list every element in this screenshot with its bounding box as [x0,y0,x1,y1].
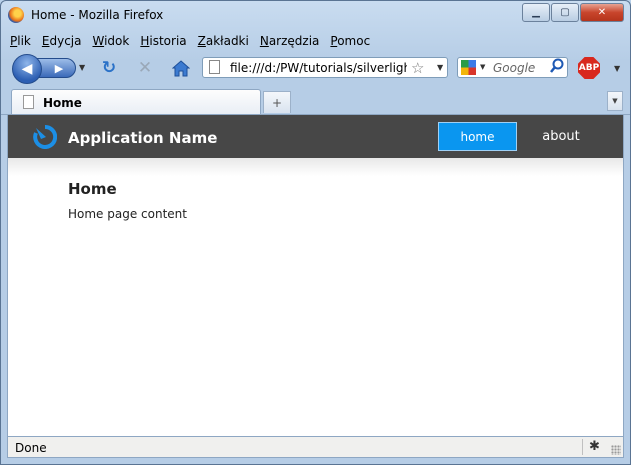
reload-icon[interactable]: ↻ [99,58,119,78]
menu-edit[interactable]: Edycja [42,34,82,48]
app-logo-svg [33,124,58,149]
tab-home[interactable]: Home [11,89,261,114]
bug-icon[interactable]: ✱ [589,439,600,454]
window-controls: ▁ ▢ ✕ [521,3,624,22]
page-heading: Home [68,180,117,198]
minimize-button[interactable]: ▁ [522,3,550,22]
toolbar-overflow-icon[interactable]: ▼ [614,64,620,73]
address-bar[interactable]: file:///d:/PW/tutorials/silverlight/ ☆ ▼ [202,57,448,78]
stop-icon[interactable]: ✕ [135,58,155,78]
home-icon[interactable] [171,58,191,78]
app-name: Application Name [68,129,218,147]
page-icon [209,60,220,74]
app-logo-icon [33,124,58,149]
tab-label: Home [43,96,82,110]
status-separator [582,439,583,455]
back-forward-group: ◀ ▶ ▼ [12,54,88,84]
status-bar: Done ✱ [7,436,624,458]
magnifier-icon[interactable] [550,58,564,78]
header-shadow [8,158,623,176]
tab-bar: Home + ▼ [1,87,630,115]
search-engine-dropdown-icon[interactable]: ▼ [480,63,485,71]
menu-history[interactable]: Historia [140,34,186,48]
home-icon-svg [172,59,190,76]
back-button[interactable]: ◀ [12,54,42,84]
menu-bar: Plik Edycja Widok Historia Zakładki Narz… [10,34,381,48]
menu-view[interactable]: Widok [92,34,129,48]
menu-file[interactable]: Plik [10,34,31,48]
page-content: Application Name home about Home Home pa… [7,115,624,436]
history-dropdown-icon[interactable]: ▼ [79,63,85,72]
nav-link-about[interactable]: about [530,122,592,151]
address-input[interactable]: file:///d:/PW/tutorials/silverlight/ [230,61,407,75]
list-all-tabs-icon[interactable]: ▼ [607,91,623,111]
new-tab-button[interactable]: + [263,91,291,113]
status-text: Done [15,441,47,455]
menu-bookmarks[interactable]: Zakładki [198,34,249,48]
firefox-logo-icon [8,7,24,23]
menu-tools[interactable]: Narzędzia [260,34,320,48]
browser-window: Home - Mozilla Firefox ▁ ▢ ✕ Plik Edycja… [0,0,631,465]
app-header: Application Name home about [8,115,623,158]
resize-grip-icon[interactable] [611,445,621,455]
window-title: Home - Mozilla Firefox [31,8,164,22]
menu-help[interactable]: Pomoc [330,34,370,48]
address-dropdown-icon[interactable]: ▼ [437,63,443,72]
page-icon [23,95,34,109]
search-bar[interactable]: ▼ Google [457,57,568,78]
title-bar[interactable]: Home - Mozilla Firefox ▁ ▢ ✕ [1,1,630,29]
page-body-text: Home page content [68,207,187,221]
abp-icon[interactable]: ABP [578,57,600,79]
close-button[interactable]: ✕ [580,3,624,22]
magnifier-icon-svg [550,58,564,73]
nav-link-home[interactable]: home [438,122,517,151]
star-icon[interactable]: ☆ [411,59,424,77]
search-input[interactable]: Google [493,61,535,75]
maximize-button[interactable]: ▢ [551,3,579,22]
navigation-toolbar: ◀ ▶ ▼ ↻ ✕ file:///d:/PW/tutorials/silver… [1,51,630,85]
google-icon[interactable] [461,60,476,75]
